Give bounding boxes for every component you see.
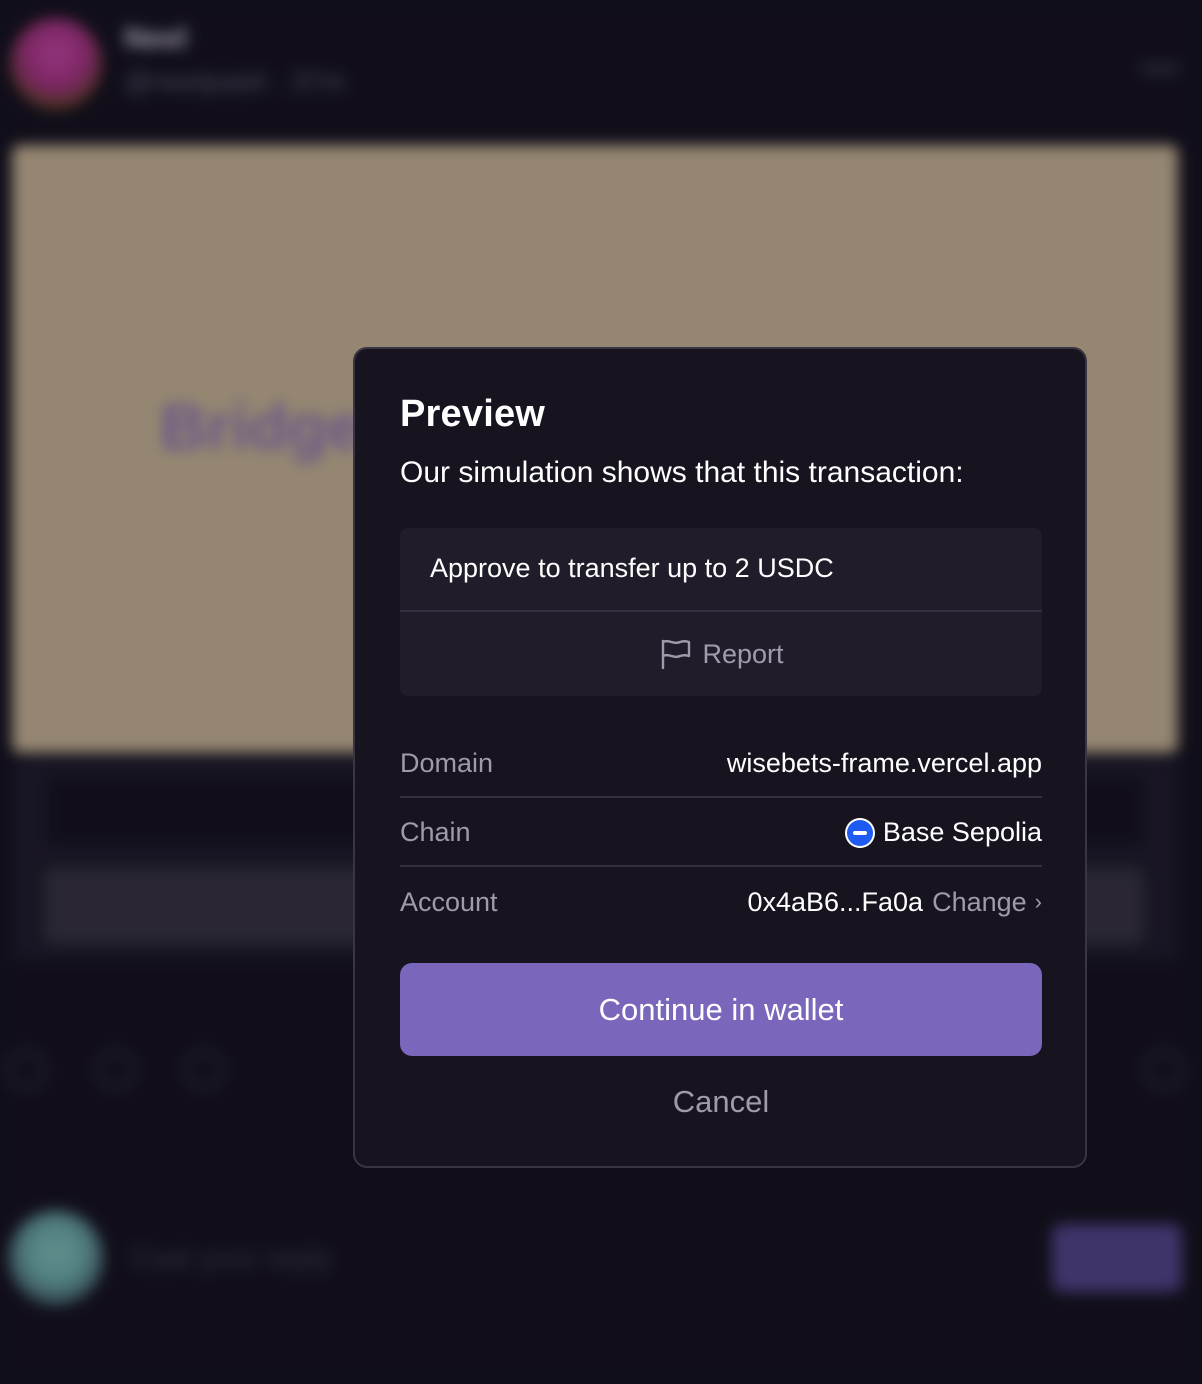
base-chain-icon: [844, 817, 875, 848]
modal-subtitle: Our simulation shows that this transacti…: [400, 456, 964, 489]
simulation-result-box: Approve to transfer up to 2 USDC Report: [400, 528, 1042, 696]
cancel-button[interactable]: Cancel: [400, 1079, 1042, 1125]
continue-in-wallet-button[interactable]: Continue in wallet: [400, 963, 1042, 1056]
domain-row: Domain wisebets-frame.vercel.app: [400, 728, 1042, 798]
chevron-right-icon[interactable]: ›: [1035, 889, 1042, 915]
account-value-wrapper: 0x4aB6...Fa0a Change ›: [747, 887, 1042, 918]
simulation-result-text: Approve to transfer up to 2 USDC: [430, 553, 834, 583]
chain-value: Base Sepolia: [882, 817, 1042, 847]
chain-row: Chain Base Sepolia: [400, 797, 1042, 867]
change-account-link[interactable]: Change: [932, 887, 1027, 918]
account-row: Account 0x4aB6...Fa0a Change ›: [400, 867, 1042, 937]
account-label: Account: [400, 887, 498, 917]
simulation-result-row: Approve to transfer up to 2 USDC: [400, 528, 1042, 612]
modal-title: Preview: [400, 393, 546, 435]
report-button[interactable]: Report: [400, 612, 1042, 696]
account-address: 0x4aB6...Fa0a: [747, 887, 924, 917]
domain-value: wisebets-frame.vercel.app: [726, 748, 1042, 778]
transaction-preview-modal: Preview Our simulation shows that this t…: [353, 347, 1087, 1168]
domain-label: Domain: [400, 748, 494, 778]
report-label: Report: [702, 638, 784, 669]
chain-value-wrapper: Base Sepolia: [844, 817, 1042, 848]
chain-label: Chain: [400, 817, 471, 847]
flag-icon: [658, 637, 692, 671]
